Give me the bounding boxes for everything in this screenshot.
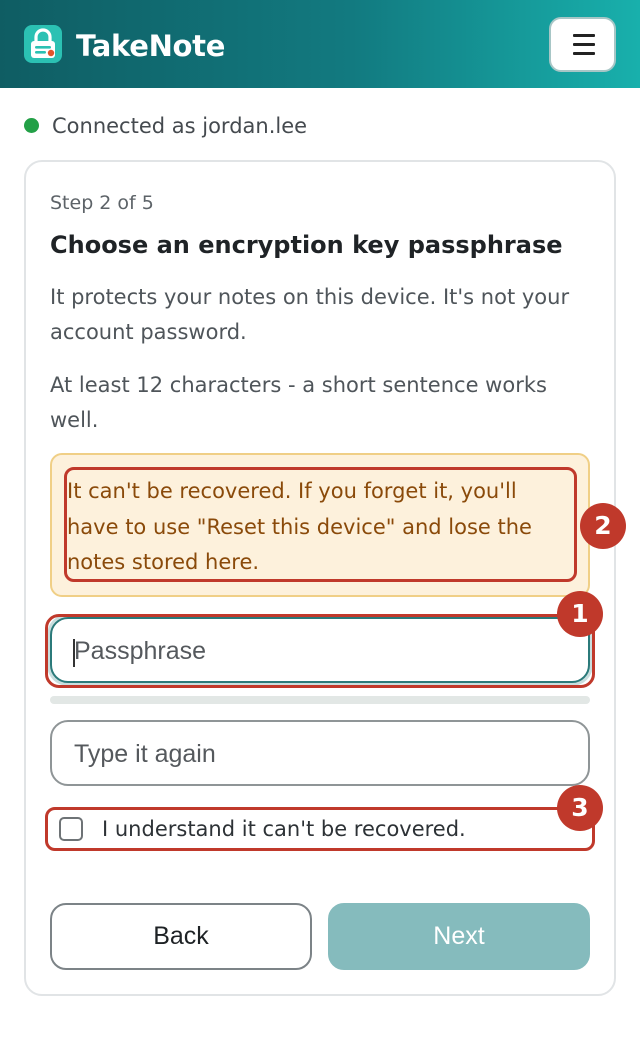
understand-checkbox-label[interactable]: I understand it can't be recovered. xyxy=(102,814,466,844)
step-indicator: Step 2 of 5 xyxy=(50,192,154,214)
annotation-badge-2: 2 xyxy=(580,503,626,549)
confirm-passphrase-input[interactable]: Type it again xyxy=(50,720,590,786)
page-title: Choose an encryption key passphrase xyxy=(50,231,563,259)
annotation-badge-3: 3 xyxy=(557,785,603,831)
status-text: Connected as jordan.lee xyxy=(52,114,308,138)
back-button[interactable]: Back xyxy=(50,903,312,970)
app-title: TakeNote xyxy=(76,29,226,63)
annotation-highlight-1 xyxy=(45,614,595,688)
annotation-highlight-2 xyxy=(64,467,577,582)
confirm-placeholder: Type it again xyxy=(74,740,216,768)
understand-checkbox[interactable] xyxy=(59,817,83,841)
lock-note-icon xyxy=(24,25,62,63)
annotation-badge-1: 1 xyxy=(557,591,603,637)
description-text: It protects your notes on this device. I… xyxy=(50,285,570,344)
app-header: TakeNote xyxy=(0,0,640,88)
menu-button[interactable] xyxy=(549,17,616,72)
next-button[interactable]: Next xyxy=(328,903,590,970)
hint-text: At least 12 characters - a short sentenc… xyxy=(50,373,547,432)
status-dot-icon xyxy=(24,118,39,133)
passphrase-strength-meter xyxy=(50,696,590,704)
